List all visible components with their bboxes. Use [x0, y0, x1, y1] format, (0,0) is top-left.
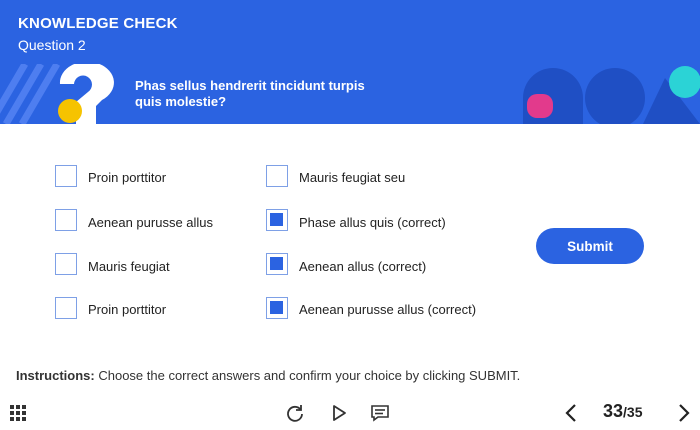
- option-label-right-3: Aenean allus (correct): [299, 259, 427, 274]
- header-banner: KNOWLEDGE CHECK Question 2 Phas sellus h…: [0, 0, 700, 124]
- option-checkbox-right-2[interactable]: [266, 209, 288, 231]
- option-label-left-3: Mauris feugiat: [88, 259, 170, 274]
- replay-icon[interactable]: [284, 402, 306, 424]
- option-label-right-2: Phase allus quis (correct): [299, 215, 446, 230]
- submit-button[interactable]: Submit: [536, 228, 644, 264]
- option-checkbox-left-2[interactable]: [55, 209, 77, 231]
- instructions-body: Choose the correct answers and confirm y…: [94, 368, 521, 383]
- option-checkbox-left-3[interactable]: [55, 253, 77, 275]
- option-checkbox-right-1[interactable]: [266, 165, 288, 187]
- knowledge-check-title: KNOWLEDGE CHECK: [18, 15, 178, 32]
- question-number: Question 2: [18, 37, 86, 53]
- page-counter: 33/35: [603, 401, 643, 422]
- geometric-decoration-icon: [523, 66, 700, 124]
- option-label-left-1: Proin porttitor: [88, 170, 167, 185]
- prev-icon[interactable]: [560, 401, 582, 425]
- question-mark-decoration-icon: [0, 64, 114, 124]
- question-text: Phas sellus hendrerit tincidunt turpis q…: [135, 78, 365, 109]
- option-checkbox-left-1[interactable]: [55, 165, 77, 187]
- option-label-left-2: Aenean purusse allus: [88, 215, 214, 230]
- current-page: 33: [603, 401, 624, 421]
- option-label-right-1: Mauris feugiat seu: [299, 170, 406, 185]
- option-checkbox-left-4[interactable]: [55, 297, 77, 319]
- option-checkbox-right-3[interactable]: [266, 253, 288, 275]
- instructions-text: Instructions: Choose the correct answers…: [16, 368, 520, 383]
- menu-grid-icon[interactable]: [8, 403, 28, 423]
- play-icon[interactable]: [328, 402, 350, 424]
- option-label-left-4: Proin porttitor: [88, 302, 167, 317]
- option-label-right-4: Aenean purusse allus (correct): [299, 302, 477, 317]
- next-icon[interactable]: [673, 401, 695, 425]
- total-pages: /35: [623, 404, 643, 420]
- instructions-prefix: Instructions:: [16, 368, 95, 383]
- option-checkbox-right-4[interactable]: [266, 297, 288, 319]
- transcript-icon[interactable]: [369, 402, 391, 424]
